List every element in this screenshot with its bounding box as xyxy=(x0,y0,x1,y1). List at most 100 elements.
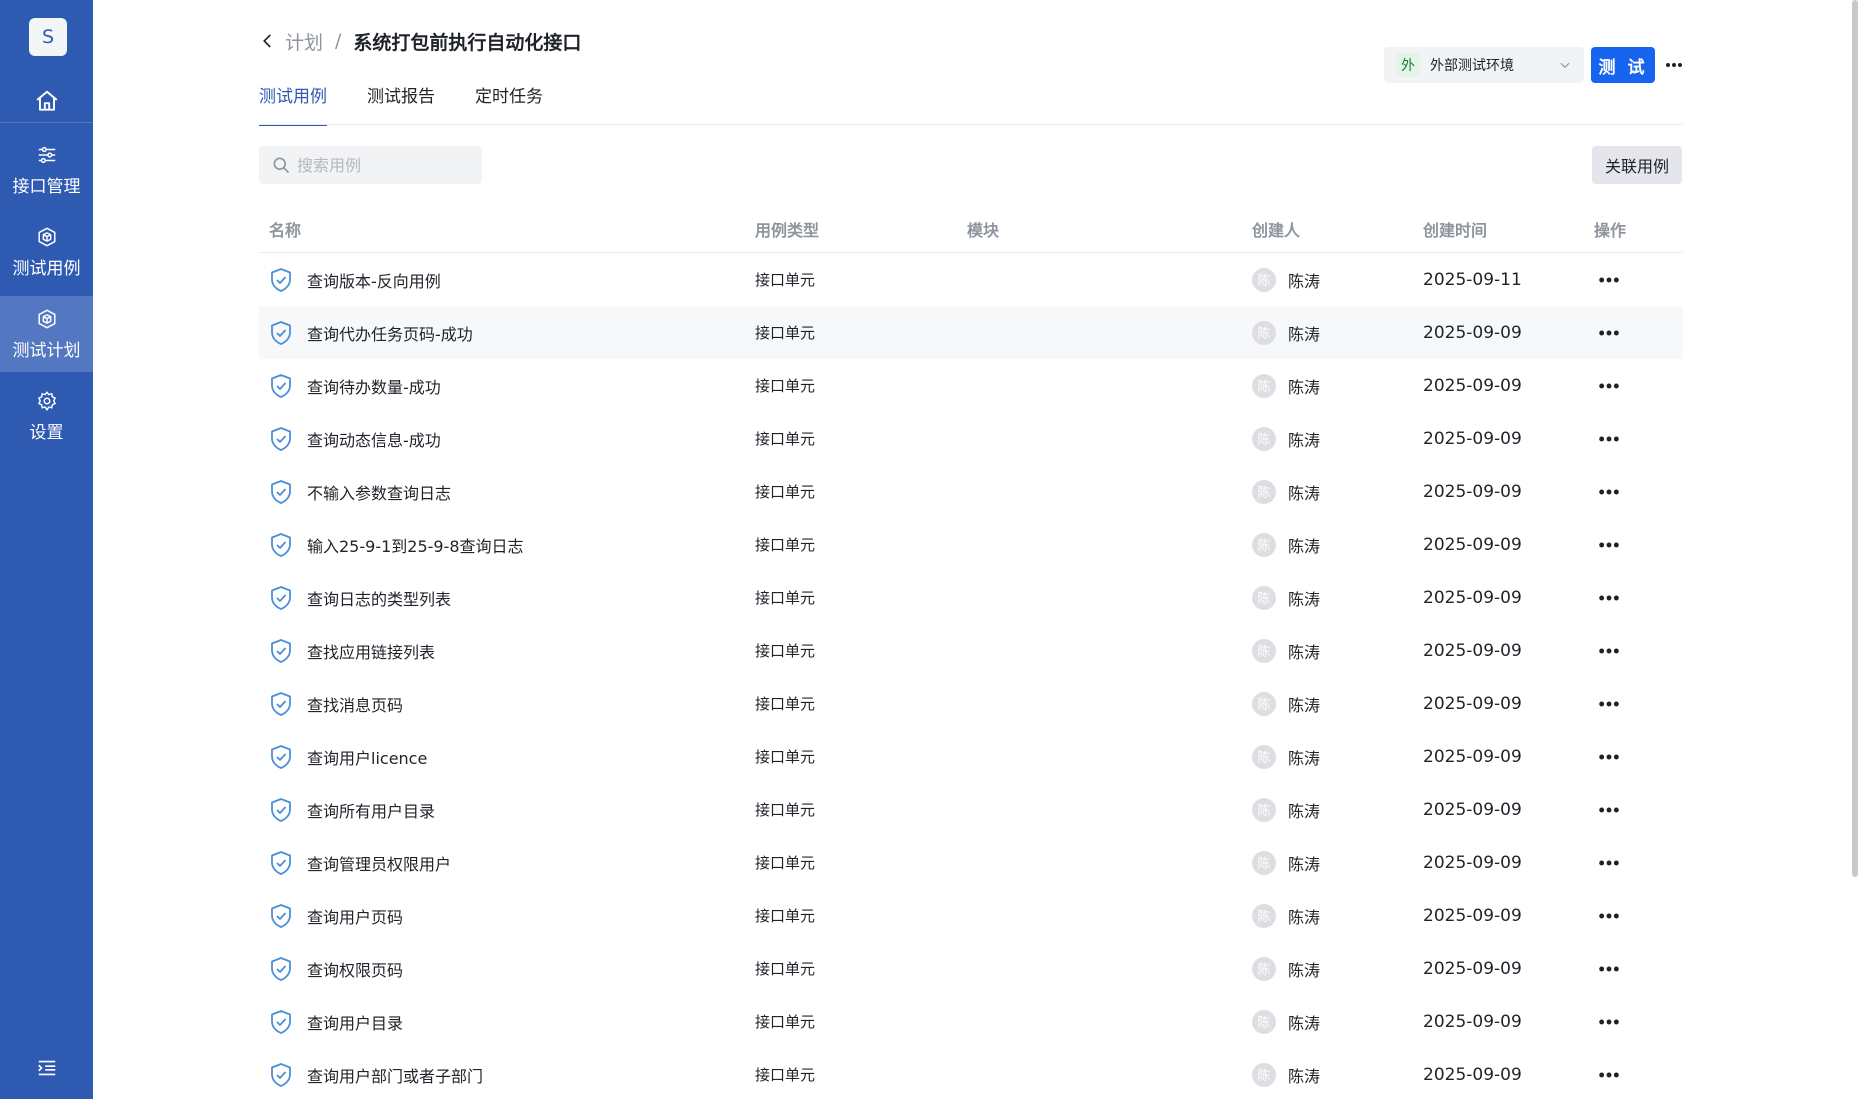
back-arrow-icon[interactable] xyxy=(259,32,277,50)
case-name[interactable]: 输入25-9-1到25-9-8查询日志 xyxy=(307,533,524,557)
column-header-actions: 操作 xyxy=(1594,220,1627,240)
more-dots-icon[interactable] xyxy=(1598,855,1620,871)
breadcrumb: 计划 / 系统打包前执行自动化接口 xyxy=(259,26,581,56)
case-name[interactable]: 查询用户页码 xyxy=(307,904,403,928)
tab-scheduled-tasks[interactable]: 定时任务 xyxy=(475,82,543,126)
table-row[interactable]: 查询日志的类型列表 接口单元 陈 陈涛 2025-09-09 xyxy=(259,571,1683,624)
more-dots-icon[interactable] xyxy=(1598,643,1620,659)
case-name[interactable]: 查询所有用户目录 xyxy=(307,798,435,822)
sidebar-item-api-management[interactable]: 接口管理 xyxy=(0,132,93,208)
case-type: 接口单元 xyxy=(755,801,816,819)
case-name-cell: 查询代办任务页码-成功 xyxy=(259,320,755,346)
more-dots-icon[interactable] xyxy=(1598,696,1620,712)
environment-select[interactable]: 外 外部测试环境 xyxy=(1384,47,1584,83)
table-row[interactable]: 输入25-9-1到25-9-8查询日志 接口单元 陈 陈涛 2025-09-09 xyxy=(259,518,1683,571)
shield-check-icon xyxy=(271,850,291,875)
creator-name: 陈涛 xyxy=(1288,430,1321,450)
user-avatar[interactable]: S xyxy=(29,18,67,56)
case-name[interactable]: 查询动态信息-成功 xyxy=(307,427,441,451)
creator-avatar: 陈 xyxy=(1252,267,1276,292)
shield-check-icon xyxy=(271,638,291,663)
more-dots-icon[interactable] xyxy=(1598,1067,1620,1083)
table-row[interactable]: 查询所有用户目录 接口单元 陈 陈涛 2025-09-09 xyxy=(259,783,1683,836)
cube-icon xyxy=(37,227,56,246)
search-input[interactable] xyxy=(297,155,467,175)
case-created-time: 2025-09-11 xyxy=(1423,269,1522,290)
creator-avatar: 陈 xyxy=(1252,744,1276,769)
scrollbar[interactable] xyxy=(1850,0,1860,1099)
sidebar-item-test-cases[interactable]: 测试用例 xyxy=(0,214,93,290)
case-name[interactable]: 查询用户目录 xyxy=(307,1010,403,1034)
chevron-down-icon xyxy=(1560,62,1570,69)
case-name[interactable]: 查找应用链接列表 xyxy=(307,639,435,663)
creator-name: 陈涛 xyxy=(1288,748,1321,768)
case-name-cell: 查询版本-反向用例 xyxy=(259,267,755,293)
case-name[interactable]: 查询版本-反向用例 xyxy=(307,268,441,292)
more-dots-icon[interactable] xyxy=(1598,961,1620,977)
tab-test-reports[interactable]: 测试报告 xyxy=(367,82,435,126)
case-type: 接口单元 xyxy=(755,1066,816,1084)
more-dots-icon[interactable] xyxy=(1598,1014,1620,1030)
run-test-button[interactable]: 测 试 xyxy=(1591,47,1655,83)
case-created-time: 2025-09-09 xyxy=(1423,1011,1522,1032)
more-dots-icon[interactable] xyxy=(1598,802,1620,818)
table-row[interactable]: 查询代办任务页码-成功 接口单元 陈 陈涛 2025-09-09 xyxy=(259,306,1683,359)
row-actions xyxy=(1594,431,1683,447)
table-row[interactable]: 查询用户页码 接口单元 陈 陈涛 2025-09-09 xyxy=(259,889,1683,942)
breadcrumb-parent[interactable]: 计划 xyxy=(285,28,323,55)
case-name[interactable]: 查询用户licence xyxy=(307,745,427,769)
case-creator: 陈 陈涛 xyxy=(1252,744,1423,769)
case-name[interactable]: 查询权限页码 xyxy=(307,957,403,981)
shield-check-icon xyxy=(271,744,291,769)
case-name[interactable]: 查询管理员权限用户 xyxy=(307,851,451,875)
more-dots-icon[interactable] xyxy=(1598,484,1620,500)
table-row[interactable]: 查询版本-反向用例 接口单元 陈 陈涛 2025-09-11 xyxy=(259,253,1683,306)
creator-avatar: 陈 xyxy=(1252,903,1276,928)
case-name[interactable]: 查询待办数量-成功 xyxy=(307,374,441,398)
table-row[interactable]: 查询用户目录 接口单元 陈 陈涛 2025-09-09 xyxy=(259,995,1683,1048)
table-row[interactable]: 查询用户部门或者子部门 接口单元 陈 陈涛 2025-09-09 xyxy=(259,1048,1683,1101)
link-case-button[interactable]: 关联用例 xyxy=(1592,146,1682,184)
case-creator: 陈 陈涛 xyxy=(1252,903,1423,928)
case-name[interactable]: 查询日志的类型列表 xyxy=(307,586,451,610)
table-row[interactable]: 查找消息页码 接口单元 陈 陈涛 2025-09-09 xyxy=(259,677,1683,730)
table-row[interactable]: 查找应用链接列表 接口单元 陈 陈涛 2025-09-09 xyxy=(259,624,1683,677)
row-actions xyxy=(1594,325,1683,341)
more-options-button[interactable] xyxy=(1663,55,1685,75)
case-name[interactable]: 查找消息页码 xyxy=(307,692,403,716)
more-dots-icon[interactable] xyxy=(1598,590,1620,606)
tab-test-cases[interactable]: 测试用例 xyxy=(259,82,327,126)
case-type: 接口单元 xyxy=(755,960,816,978)
scrollbar-thumb[interactable] xyxy=(1852,0,1858,877)
table-row[interactable]: 查询动态信息-成功 接口单元 陈 陈涛 2025-09-09 xyxy=(259,412,1683,465)
case-name[interactable]: 查询用户部门或者子部门 xyxy=(307,1063,483,1087)
table-row[interactable]: 查询管理员权限用户 接口单元 陈 陈涛 2025-09-09 xyxy=(259,836,1683,889)
case-name[interactable]: 查询代办任务页码-成功 xyxy=(307,321,473,345)
table-row[interactable]: 不输入参数查询日志 接口单元 陈 陈涛 2025-09-09 xyxy=(259,465,1683,518)
more-dots-icon[interactable] xyxy=(1598,272,1620,288)
case-name-cell: 查询所有用户目录 xyxy=(259,797,755,823)
case-name-cell: 查询用户部门或者子部门 xyxy=(259,1062,755,1088)
case-name-cell: 查找应用链接列表 xyxy=(259,638,755,664)
more-dots-icon[interactable] xyxy=(1598,378,1620,394)
more-dots-icon[interactable] xyxy=(1598,431,1620,447)
table-row[interactable]: 查询权限页码 接口单元 陈 陈涛 2025-09-09 xyxy=(259,942,1683,995)
home-button[interactable] xyxy=(0,80,93,122)
case-name[interactable]: 不输入参数查询日志 xyxy=(307,480,451,504)
case-type: 接口单元 xyxy=(755,854,816,872)
more-dots-icon[interactable] xyxy=(1598,749,1620,765)
row-actions xyxy=(1594,1067,1683,1083)
case-name-cell: 不输入参数查询日志 xyxy=(259,479,755,505)
sidebar-item-settings[interactable]: 设置 xyxy=(0,378,93,454)
more-dots-icon[interactable] xyxy=(1598,537,1620,553)
row-actions xyxy=(1594,590,1683,606)
table-row[interactable]: 查询待办数量-成功 接口单元 陈 陈涛 2025-09-09 xyxy=(259,359,1683,412)
row-actions xyxy=(1594,749,1683,765)
more-dots-icon[interactable] xyxy=(1598,325,1620,341)
table-row[interactable]: 查询用户licence 接口单元 陈 陈涛 2025-09-09 xyxy=(259,730,1683,783)
breadcrumb-separator: / xyxy=(335,30,342,52)
case-name-cell: 查询日志的类型列表 xyxy=(259,585,755,611)
more-dots-icon[interactable] xyxy=(1598,908,1620,924)
sidebar-item-test-plan[interactable]: 测试计划 xyxy=(0,296,93,372)
collapse-sidebar-button[interactable] xyxy=(0,1053,93,1083)
